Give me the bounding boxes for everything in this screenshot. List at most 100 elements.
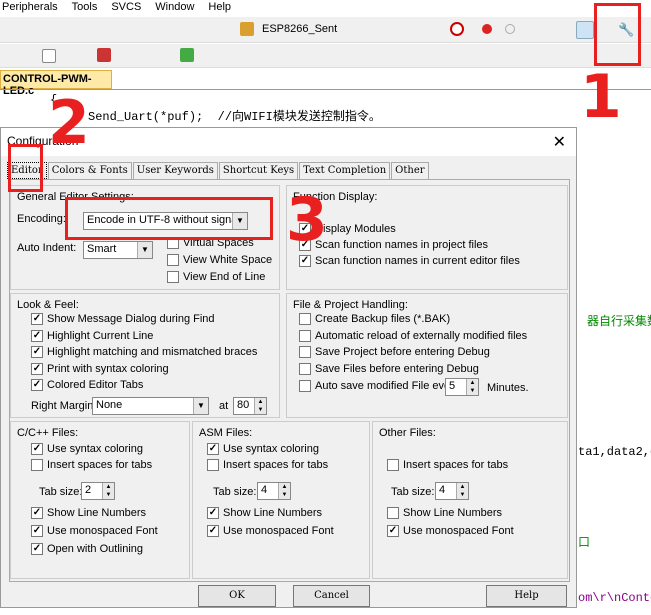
spinner-arrows-icon[interactable]: ▲ ▼ xyxy=(456,483,468,499)
tab-strip: Editor Colors & Fonts User Keywords Shor… xyxy=(7,162,430,179)
checkbox-label: Insert spaces for tabs xyxy=(47,459,153,471)
menu-help[interactable]: Help xyxy=(208,0,231,16)
checkbox-label: Insert spaces for tabs xyxy=(223,459,329,471)
dropdown-icon[interactable] xyxy=(42,49,56,63)
tab-colors-fonts[interactable]: Colors & Fonts xyxy=(47,162,132,179)
spinner-value: 4 xyxy=(261,484,268,496)
file-checkbox[interactable]: Auto save modified File every xyxy=(299,380,459,392)
checkbox-label: Use monospaced Font xyxy=(47,525,158,537)
other-mono-checkbox[interactable]: ✓ Use monospaced Font xyxy=(387,525,514,537)
c-mono-checkbox[interactable]: ✓ Use monospaced Font xyxy=(31,525,158,537)
menu-peripherals[interactable]: Peripherals xyxy=(2,0,58,16)
ok-button[interactable]: OK xyxy=(198,585,276,607)
spinner-arrows-icon[interactable]: ▲ ▼ xyxy=(254,398,266,414)
tab-user-keywords[interactable]: User Keywords xyxy=(132,162,218,179)
target-name[interactable]: ESP8266_Sent xyxy=(262,23,337,35)
checkbox-label: View End of Line xyxy=(183,271,266,283)
check-icon: ✓ xyxy=(299,255,311,267)
tab-text-completion[interactable]: Text Completion xyxy=(299,162,391,179)
checkbox-label: Auto save modified File every xyxy=(315,380,460,392)
view-eol-checkbox[interactable]: View End of Line xyxy=(167,271,265,283)
autosave-spinner[interactable]: 5 ▲ ▼ xyxy=(445,378,479,396)
look-checkbox[interactable]: ✓ Show Message Dialog during Find xyxy=(31,313,215,325)
file-checkbox[interactable]: Save Files before entering Debug xyxy=(299,363,479,375)
checkbox-label: Use monospaced Font xyxy=(223,525,334,537)
menu-window[interactable]: Window xyxy=(155,0,194,16)
c-outline-checkbox[interactable]: ✓ Open with Outlining xyxy=(31,543,143,555)
manage-components-icon[interactable] xyxy=(97,48,111,62)
checkbox-label: View White Space xyxy=(183,254,273,266)
cancel-button[interactable]: Cancel xyxy=(293,585,370,607)
help-button[interactable]: Help xyxy=(486,585,567,607)
code-fragment: 器自行采集数 xyxy=(587,315,651,329)
chevron-down-icon: ▼ xyxy=(137,242,152,258)
c-syntax-checkbox[interactable]: ✓ Use syntax coloring xyxy=(31,443,143,455)
file-checkbox[interactable]: Automatic reload of externally modified … xyxy=(299,330,527,342)
look-checkbox[interactable]: ✓ Highlight matching and mismatched brace… xyxy=(31,346,257,358)
right-margin-spinner[interactable]: 80 ▲ ▼ xyxy=(233,397,267,415)
spinner-arrows-icon[interactable]: ▲ ▼ xyxy=(466,379,478,395)
look-checkbox[interactable]: ✓ Print with syntax coloring xyxy=(31,363,169,375)
close-icon[interactable]: ✕ xyxy=(553,132,566,152)
checkbox-box xyxy=(299,313,311,325)
tab-shortcut-keys[interactable]: Shortcut Keys xyxy=(218,162,299,179)
spinner-arrows-icon[interactable]: ▲ ▼ xyxy=(278,483,290,499)
c-tab-size-spinner[interactable]: 2 ▲ ▼ xyxy=(81,482,115,500)
file-project-group: File & Project Handling: Create Backup f… xyxy=(286,293,568,418)
checkbox-box xyxy=(299,330,311,342)
look-checkbox[interactable]: ✓ Colored Editor Tabs xyxy=(31,379,143,391)
asm-mono-checkbox[interactable]: ✓ Use monospaced Font xyxy=(207,525,334,537)
group-title: ASM Files: xyxy=(199,427,253,439)
view-white-space-checkbox[interactable]: View White Space xyxy=(167,254,272,266)
divider xyxy=(0,89,651,90)
file-checkbox[interactable]: Save Project before entering Debug xyxy=(299,346,490,358)
other-spaces-checkbox[interactable]: Insert spaces for tabs xyxy=(387,459,508,471)
scan-editor-checkbox[interactable]: ✓ Scan function names in current editor f… xyxy=(299,255,520,267)
spinner-value: 80 xyxy=(237,399,250,411)
check-icon: ✓ xyxy=(31,330,43,342)
checkbox-box xyxy=(299,346,311,358)
other-line-numbers-checkbox[interactable]: Show Line Numbers xyxy=(387,507,502,519)
checkbox-label: Print with syntax coloring xyxy=(47,363,169,375)
checkbox-label: Use syntax coloring xyxy=(223,443,319,455)
file-checkbox[interactable]: Create Backup files (*.BAK) xyxy=(299,313,450,325)
menu-tools[interactable]: Tools xyxy=(72,0,98,16)
checkbox-label: Scan function names in project files xyxy=(315,239,489,251)
window-layout-icon[interactable] xyxy=(576,21,594,39)
check-icon: ✓ xyxy=(31,543,43,555)
minutes-label: Minutes. xyxy=(487,382,529,394)
annotation-box-2 xyxy=(8,144,43,192)
checkbox-label: Insert spaces for tabs xyxy=(403,459,509,471)
toolbar-secondary xyxy=(0,44,651,68)
code-fragment: 口 xyxy=(578,536,591,550)
debug-icon[interactable] xyxy=(450,22,464,36)
pack-installer-icon[interactable] xyxy=(180,48,194,62)
disable-breakpoint-icon[interactable] xyxy=(505,24,515,34)
asm-spaces-checkbox[interactable]: Insert spaces for tabs xyxy=(207,459,328,471)
file-tab[interactable]: CONTROL-PWM-LED.c xyxy=(0,70,112,97)
right-margin-value: None xyxy=(96,399,123,411)
encoding-label: Encoding: xyxy=(17,213,66,225)
checkbox-label: Show Line Numbers xyxy=(47,507,147,519)
menu-bar: Peripherals Tools SVCS Window Help xyxy=(0,0,651,16)
spinner-arrows-icon[interactable]: ▲ ▼ xyxy=(102,483,114,499)
checkbox-box xyxy=(207,459,219,471)
checkbox-box xyxy=(387,459,399,471)
c-line-numbers-checkbox[interactable]: ✓ Show Line Numbers xyxy=(31,507,146,519)
menu-svcs[interactable]: SVCS xyxy=(111,0,141,16)
right-margin-select[interactable]: None ▼ xyxy=(92,397,209,415)
other-tab-size-spinner[interactable]: 4 ▲ ▼ xyxy=(435,482,469,500)
asm-line-numbers-checkbox[interactable]: ✓ Show Line Numbers xyxy=(207,507,322,519)
asm-files-group: ASM Files: ✓ Use syntax coloring Insert s… xyxy=(192,421,370,579)
checkbox-label: Scan function names in current editor fi… xyxy=(315,255,520,267)
auto-indent-select[interactable]: Smart ▼ xyxy=(83,241,153,259)
breakpoint-icon[interactable] xyxy=(482,24,492,34)
look-checkbox[interactable]: ✓ Highlight Current Line xyxy=(31,330,153,342)
toolbar-main: ESP8266_Sent 🔧 xyxy=(0,17,651,43)
annotation-number-3: 3 xyxy=(286,185,328,255)
c-spaces-checkbox[interactable]: Insert spaces for tabs xyxy=(31,459,152,471)
tab-other[interactable]: Other xyxy=(391,162,429,179)
asm-syntax-checkbox[interactable]: ✓ Use syntax coloring xyxy=(207,443,319,455)
checkbox-label: Save Files before entering Debug xyxy=(315,363,479,375)
asm-tab-size-spinner[interactable]: 4 ▲ ▼ xyxy=(257,482,291,500)
